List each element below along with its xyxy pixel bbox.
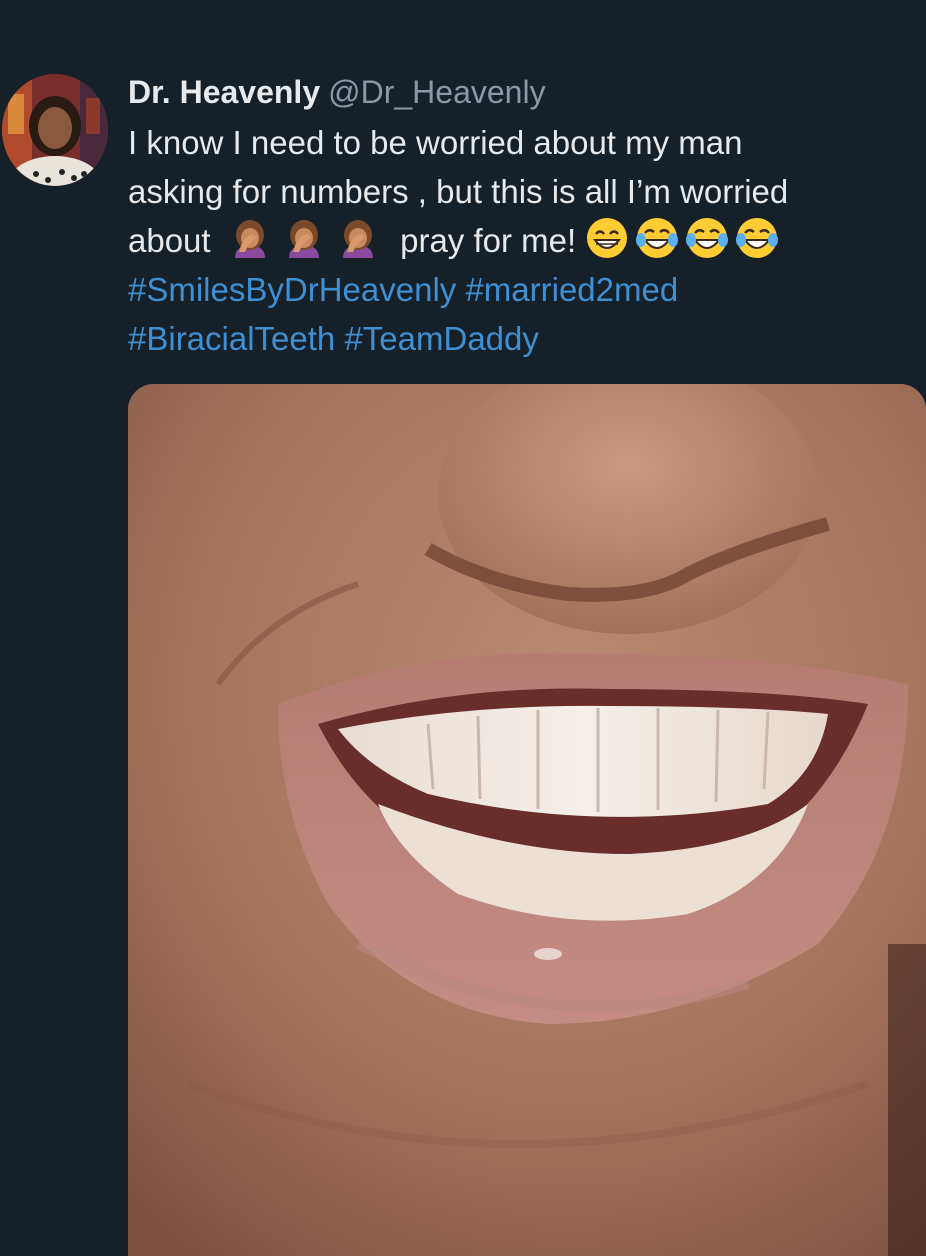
woman-facepalming-emoji — [229, 218, 271, 260]
tweet-header: Dr. Heavenly @Dr_Heavenly — [128, 70, 918, 114]
tweet-screen: Dr. Heavenly @Dr_Heavenly I know I need t… — [0, 0, 926, 1256]
woman-facepalming-emoji — [337, 218, 379, 260]
tweet-text-line-1: I know I need to be worried about my man — [128, 124, 743, 161]
author-avatar[interactable] — [2, 74, 108, 186]
author-display-name[interactable]: Dr. Heavenly — [128, 74, 320, 110]
tweet-body: Dr. Heavenly @Dr_Heavenly I know I need t… — [128, 70, 918, 363]
tweet-text-pray-for-me: pray for me! — [400, 222, 577, 259]
woman-facepalming-emoji — [283, 218, 325, 260]
face-with-tears-of-joy-emoji — [685, 216, 729, 260]
face-with-tears-of-joy-emoji — [735, 216, 779, 260]
avatar-image — [2, 74, 108, 186]
tweet-media-photo[interactable] — [128, 384, 926, 1256]
grinning-face-with-smiling-eyes-emoji — [585, 216, 629, 260]
tweet-text: I know I need to be worried about my man… — [128, 118, 918, 363]
hashtag-line-2: #BiracialTeeth #TeamDaddy — [128, 314, 918, 363]
face-with-tears-of-joy-emoji — [635, 216, 679, 260]
tweet-text-line-3: about pray for me! — [128, 216, 918, 265]
smile-closeup-image — [128, 384, 926, 1256]
tweet-text-line-2: asking for numbers , but this is all I’m… — [128, 173, 789, 210]
hashtag-biracialteeth[interactable]: #BiracialTeeth — [128, 320, 335, 357]
tweet-text-about: about — [128, 222, 211, 259]
hashtag-line-1: #SmilesByDrHeavenly #married2med — [128, 265, 918, 314]
hashtag-teamdaddy[interactable]: #TeamDaddy — [344, 320, 538, 357]
author-handle[interactable]: @Dr_Heavenly — [328, 74, 545, 110]
hashtag-married2med[interactable]: #married2med — [465, 271, 678, 308]
hashtag-smilesbydrheavenly[interactable]: #SmilesByDrHeavenly — [128, 271, 456, 308]
